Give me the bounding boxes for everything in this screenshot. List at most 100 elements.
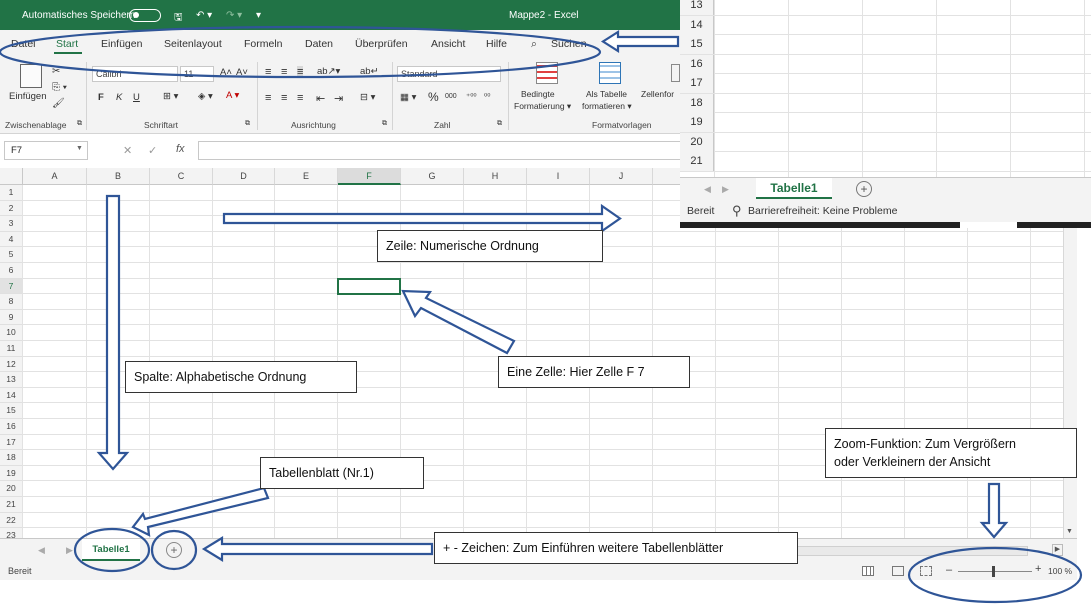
format-as-table-line1[interactable]: Als Tabelle: [586, 89, 627, 99]
formula-input[interactable]: [198, 141, 688, 160]
dialog-launcher-icon[interactable]: ⧉: [77, 120, 82, 128]
row-header-18[interactable]: 18: [680, 93, 714, 113]
cut-icon[interactable]: ✂: [52, 66, 60, 77]
fill-color-icon[interactable]: ◈ ▾: [198, 91, 213, 102]
customize-toolbar-icon[interactable]: ▾: [256, 10, 261, 21]
cell-styles-button[interactable]: Zellenfor: [641, 89, 674, 99]
tab-einfuegen[interactable]: Einfügen: [101, 38, 142, 50]
insert-function-button[interactable]: fx: [176, 143, 185, 155]
column-header-j[interactable]: J: [590, 168, 653, 185]
row-header-18[interactable]: 18: [0, 450, 23, 466]
tab-scroll-left-icon[interactable]: ◀: [704, 184, 711, 195]
row-header-9[interactable]: 9: [0, 309, 23, 326]
row-header-5[interactable]: 5: [0, 247, 23, 263]
row-header-20[interactable]: 20: [680, 132, 714, 152]
row-header-21[interactable]: 21: [680, 152, 714, 171]
undo-icon[interactable]: ↶ ▾: [196, 10, 212, 21]
redo-icon[interactable]: ↷ ▾: [226, 10, 242, 21]
search-icon[interactable]: ⌕: [531, 38, 537, 51]
row-header-14[interactable]: 14: [0, 387, 23, 404]
tab-hilfe[interactable]: Hilfe: [486, 38, 507, 50]
accessibility-status[interactable]: Barrierefreiheit: Keine Probleme: [748, 205, 897, 217]
align-bottom-icon[interactable]: ≡: [297, 66, 304, 78]
zoom-slider[interactable]: [958, 571, 1032, 572]
column-header-g[interactable]: G: [401, 168, 464, 185]
column-header-f[interactable]: F: [338, 168, 401, 185]
tab-seitenlayout[interactable]: Seitenlayout: [164, 38, 222, 50]
align-middle-icon[interactable]: ≡: [281, 66, 287, 78]
horizontal-scrollbar[interactable]: [792, 546, 1028, 556]
zoom-slider-thumb[interactable]: [992, 566, 995, 577]
conditional-formatting-icon[interactable]: [536, 62, 558, 84]
row-header-16[interactable]: 16: [0, 419, 23, 435]
zoom-level[interactable]: 100 %: [1048, 566, 1072, 576]
italic-button[interactable]: K: [116, 92, 122, 103]
scroll-right-icon[interactable]: ▶: [1052, 544, 1063, 556]
column-header-e[interactable]: E: [275, 168, 338, 185]
sheet-tab-tabelle1[interactable]: Tabelle1: [82, 539, 140, 561]
dialog-launcher-icon[interactable]: ⧉: [497, 120, 502, 128]
new-sheet-button[interactable]: +: [856, 181, 872, 197]
page-layout-view-icon[interactable]: [892, 566, 904, 576]
row-header-16[interactable]: 16: [680, 54, 714, 74]
row-header-19[interactable]: 19: [680, 113, 714, 132]
tab-scroll-left-icon[interactable]: ◀: [38, 545, 45, 556]
normal-view-icon[interactable]: [862, 566, 874, 576]
paste-icon[interactable]: [20, 64, 42, 88]
tab-start[interactable]: Start: [56, 38, 78, 50]
column-header-i[interactable]: I: [527, 168, 590, 185]
grow-font-icon[interactable]: A˄: [220, 67, 232, 78]
new-sheet-button[interactable]: +: [166, 542, 182, 558]
tab-datei[interactable]: Datei: [11, 38, 36, 50]
font-size-select[interactable]: 11: [180, 66, 214, 82]
paste-button[interactable]: Einfügen: [9, 91, 47, 102]
row-header-6[interactable]: 6: [0, 263, 23, 279]
search-box[interactable]: Suchen: [551, 38, 587, 50]
confirm-entry-icon[interactable]: ✓: [148, 144, 157, 157]
chevron-down-icon[interactable]: ▼: [76, 145, 83, 152]
tab-daten[interactable]: Daten: [305, 38, 333, 50]
bold-button[interactable]: F: [98, 92, 104, 103]
select-all-corner[interactable]: [0, 168, 23, 185]
copy-icon[interactable]: ⎘ ▾: [52, 82, 67, 93]
row-header-22[interactable]: 22: [0, 512, 23, 529]
row-header-8[interactable]: 8: [0, 294, 23, 310]
row-header-10[interactable]: 10: [0, 325, 23, 341]
font-color-icon[interactable]: A ▾: [226, 90, 239, 101]
column-header-c[interactable]: C: [150, 168, 213, 185]
row-header-17[interactable]: 17: [680, 74, 714, 93]
row-header-13[interactable]: 13: [680, 0, 714, 15]
underline-button[interactable]: U: [133, 92, 140, 103]
tab-scroll-right-icon[interactable]: ▶: [66, 545, 73, 556]
align-center-icon[interactable]: ≡: [281, 92, 287, 104]
column-header-h[interactable]: H: [464, 168, 527, 185]
orientation-icon[interactable]: ab↗▾: [317, 66, 340, 77]
selected-cell-f7[interactable]: [337, 277, 401, 296]
zoom-in-button[interactable]: +: [1035, 563, 1041, 575]
cell-styles-icon[interactable]: [671, 64, 680, 82]
page-break-view-icon[interactable]: [920, 566, 932, 576]
format-as-table-line2[interactable]: formatieren ▾: [582, 101, 632, 112]
row-header-21[interactable]: 21: [0, 497, 23, 513]
increase-decimal-icon[interactable]: ⁺⁰⁰: [466, 92, 477, 101]
tab-formeln[interactable]: Formeln: [244, 38, 283, 50]
font-name-select[interactable]: Calibri: [92, 66, 178, 82]
align-left-icon[interactable]: ≡: [265, 92, 271, 104]
tab-scroll-right-icon[interactable]: ▶: [722, 184, 729, 195]
dialog-launcher-icon[interactable]: ⧉: [245, 120, 250, 128]
tab-ansicht[interactable]: Ansicht: [431, 38, 465, 50]
row-header-15[interactable]: 15: [680, 35, 714, 54]
autosave-toggle[interactable]: [129, 9, 161, 22]
row-header-1[interactable]: 1: [0, 185, 23, 201]
format-painter-icon[interactable]: 🖌: [52, 98, 65, 109]
row-header-20[interactable]: 20: [0, 481, 23, 497]
row-header-14[interactable]: 14: [680, 15, 714, 35]
increase-indent-icon[interactable]: ⇥: [334, 92, 343, 105]
format-as-table-icon[interactable]: [599, 62, 621, 84]
tab-ueberpruefen[interactable]: Überprüfen: [355, 38, 408, 50]
row-header-19[interactable]: 19: [0, 465, 23, 482]
align-right-icon[interactable]: ≡: [297, 92, 303, 104]
conditional-formatting-line2[interactable]: Formatierung ▾: [514, 101, 571, 112]
align-top-icon[interactable]: ≡: [265, 66, 271, 78]
save-icon[interactable]: 🖫: [174, 10, 183, 27]
